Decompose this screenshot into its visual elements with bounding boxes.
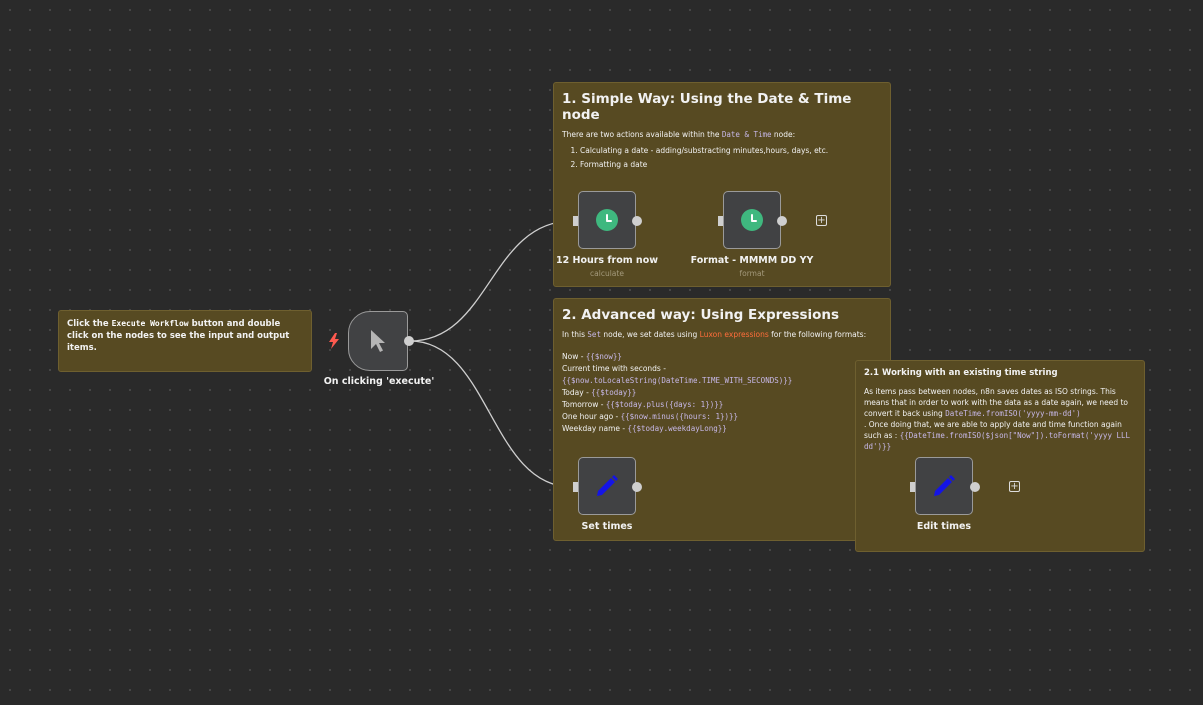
format-label: Today - (562, 388, 592, 397)
format-line-weekday: Weekday name - {{$today.weekdayLong}} (562, 423, 882, 435)
advanced-note-intro: In this Set node, we set dates using Lux… (562, 330, 882, 339)
existing-note-code-1: DateTime.fromISO('yyyy-mm-dd') (945, 409, 1081, 418)
simple-note-title: 1. Simple Way: Using the Date & Time nod… (562, 91, 852, 123)
node-set-times[interactable] (578, 457, 636, 515)
node-edit-times[interactable] (915, 457, 973, 515)
connection-trigger-to-hours[interactable] (409, 220, 573, 342)
simple-note-desc-start: There are two actions available within t… (562, 130, 722, 139)
format-code: {{$now}} (585, 352, 622, 361)
format-code: {{$now.minus({hours: 1})}} (620, 412, 739, 421)
trigger-output-handle[interactable] (404, 336, 414, 346)
node-subtitle-format: format (739, 269, 765, 278)
format-code: {{$today}} (591, 388, 637, 397)
format-label: Tomorrow - (562, 400, 606, 409)
cursor-icon (371, 330, 385, 352)
format-line-now: Now - {{$now}} (562, 351, 882, 363)
format-label: Weekday name - (562, 424, 628, 433)
sticky-note-intro[interactable]: Click the Execute Workflow button and do… (58, 310, 312, 372)
existing-note-body: As items pass between nodes, n8n saves d… (864, 386, 1136, 452)
format-code: {{$today.weekdayLong}} (627, 424, 727, 433)
simple-note-description: There are two actions available within t… (562, 129, 882, 141)
list-item: Calculating a date - adding/substracting… (580, 145, 882, 157)
format-label: Current time with seconds - (562, 364, 666, 373)
clock-icon (741, 209, 763, 231)
hours-output-handle[interactable] (632, 216, 642, 226)
connection-trigger-to-set-times[interactable] (409, 340, 573, 488)
advanced-intro-code: Set (587, 330, 601, 339)
node-label-set-times: Set times (581, 521, 633, 532)
set-times-output-handle[interactable] (632, 482, 642, 492)
luxon-expressions-link[interactable]: Luxon expressions (700, 330, 769, 339)
format-line-tomorrow: Tomorrow - {{$today.plus({days: 1})}} (562, 399, 882, 411)
simple-note-desc-end: node: (771, 130, 796, 139)
node-on-clicking-execute[interactable] (348, 311, 408, 371)
advanced-intro-start: In this (562, 330, 588, 339)
advanced-note-title: 2. Advanced way: Using Expressions (562, 307, 840, 323)
existing-note-code-2: {{DateTime.fromISO($json["Now"]).toForma… (864, 431, 1131, 451)
node-label-hours: 12 Hours from now (555, 255, 659, 266)
node-12-hours-from-now[interactable] (578, 191, 636, 249)
format-output-handle[interactable] (777, 216, 787, 226)
intro-note-code: Execute Workflow (111, 319, 189, 328)
format-line-hour-ago: One hour ago - {{$now.minus({hours: 1})}… (562, 411, 882, 423)
format-line-today: Today - {{$today}} (562, 387, 882, 399)
node-subtitle-hours: calculate (590, 269, 624, 278)
advanced-intro-mid: node, we set dates using (600, 330, 700, 339)
add-node-after-edit-button[interactable]: + (1009, 481, 1020, 492)
node-label-format: Format - MMMM DD YY (690, 255, 814, 266)
trigger-bolt-icon (329, 333, 339, 349)
format-code: {{$today.plus({days: 1})}} (605, 400, 724, 409)
intro-note-text-start: Click the (67, 319, 112, 329)
node-label-trigger: On clicking 'execute' (323, 376, 435, 387)
advanced-note-formats: Now - {{$now}} Current time with seconds… (562, 351, 882, 435)
format-code: {{$now.toLocaleString(DateTime.TIME_WITH… (562, 376, 793, 385)
simple-note-desc-code: Date & Time (721, 130, 772, 139)
node-label-edit-times: Edit times (916, 521, 972, 532)
advanced-intro-end: for the following formats: (768, 330, 867, 339)
pencil-icon (597, 475, 618, 496)
format-label: Now - (562, 352, 586, 361)
format-label: One hour ago - (562, 412, 621, 421)
edit-times-output-handle[interactable] (970, 482, 980, 492)
clock-icon (596, 209, 618, 231)
format-line-current-time-code: {{$now.toLocaleString(DateTime.TIME_WITH… (562, 375, 882, 387)
simple-note-list: Calculating a date - adding/substracting… (562, 145, 882, 171)
list-item: Formatting a date (580, 159, 882, 171)
add-node-after-format-button[interactable]: + (816, 215, 827, 226)
pencil-icon (934, 475, 955, 496)
existing-note-title: 2.1 Working with an existing time string (864, 368, 1058, 378)
node-format-date[interactable] (723, 191, 781, 249)
intro-note-text: Click the Execute Workflow button and do… (67, 318, 303, 354)
format-line-current-time: Current time with seconds - (562, 363, 882, 375)
